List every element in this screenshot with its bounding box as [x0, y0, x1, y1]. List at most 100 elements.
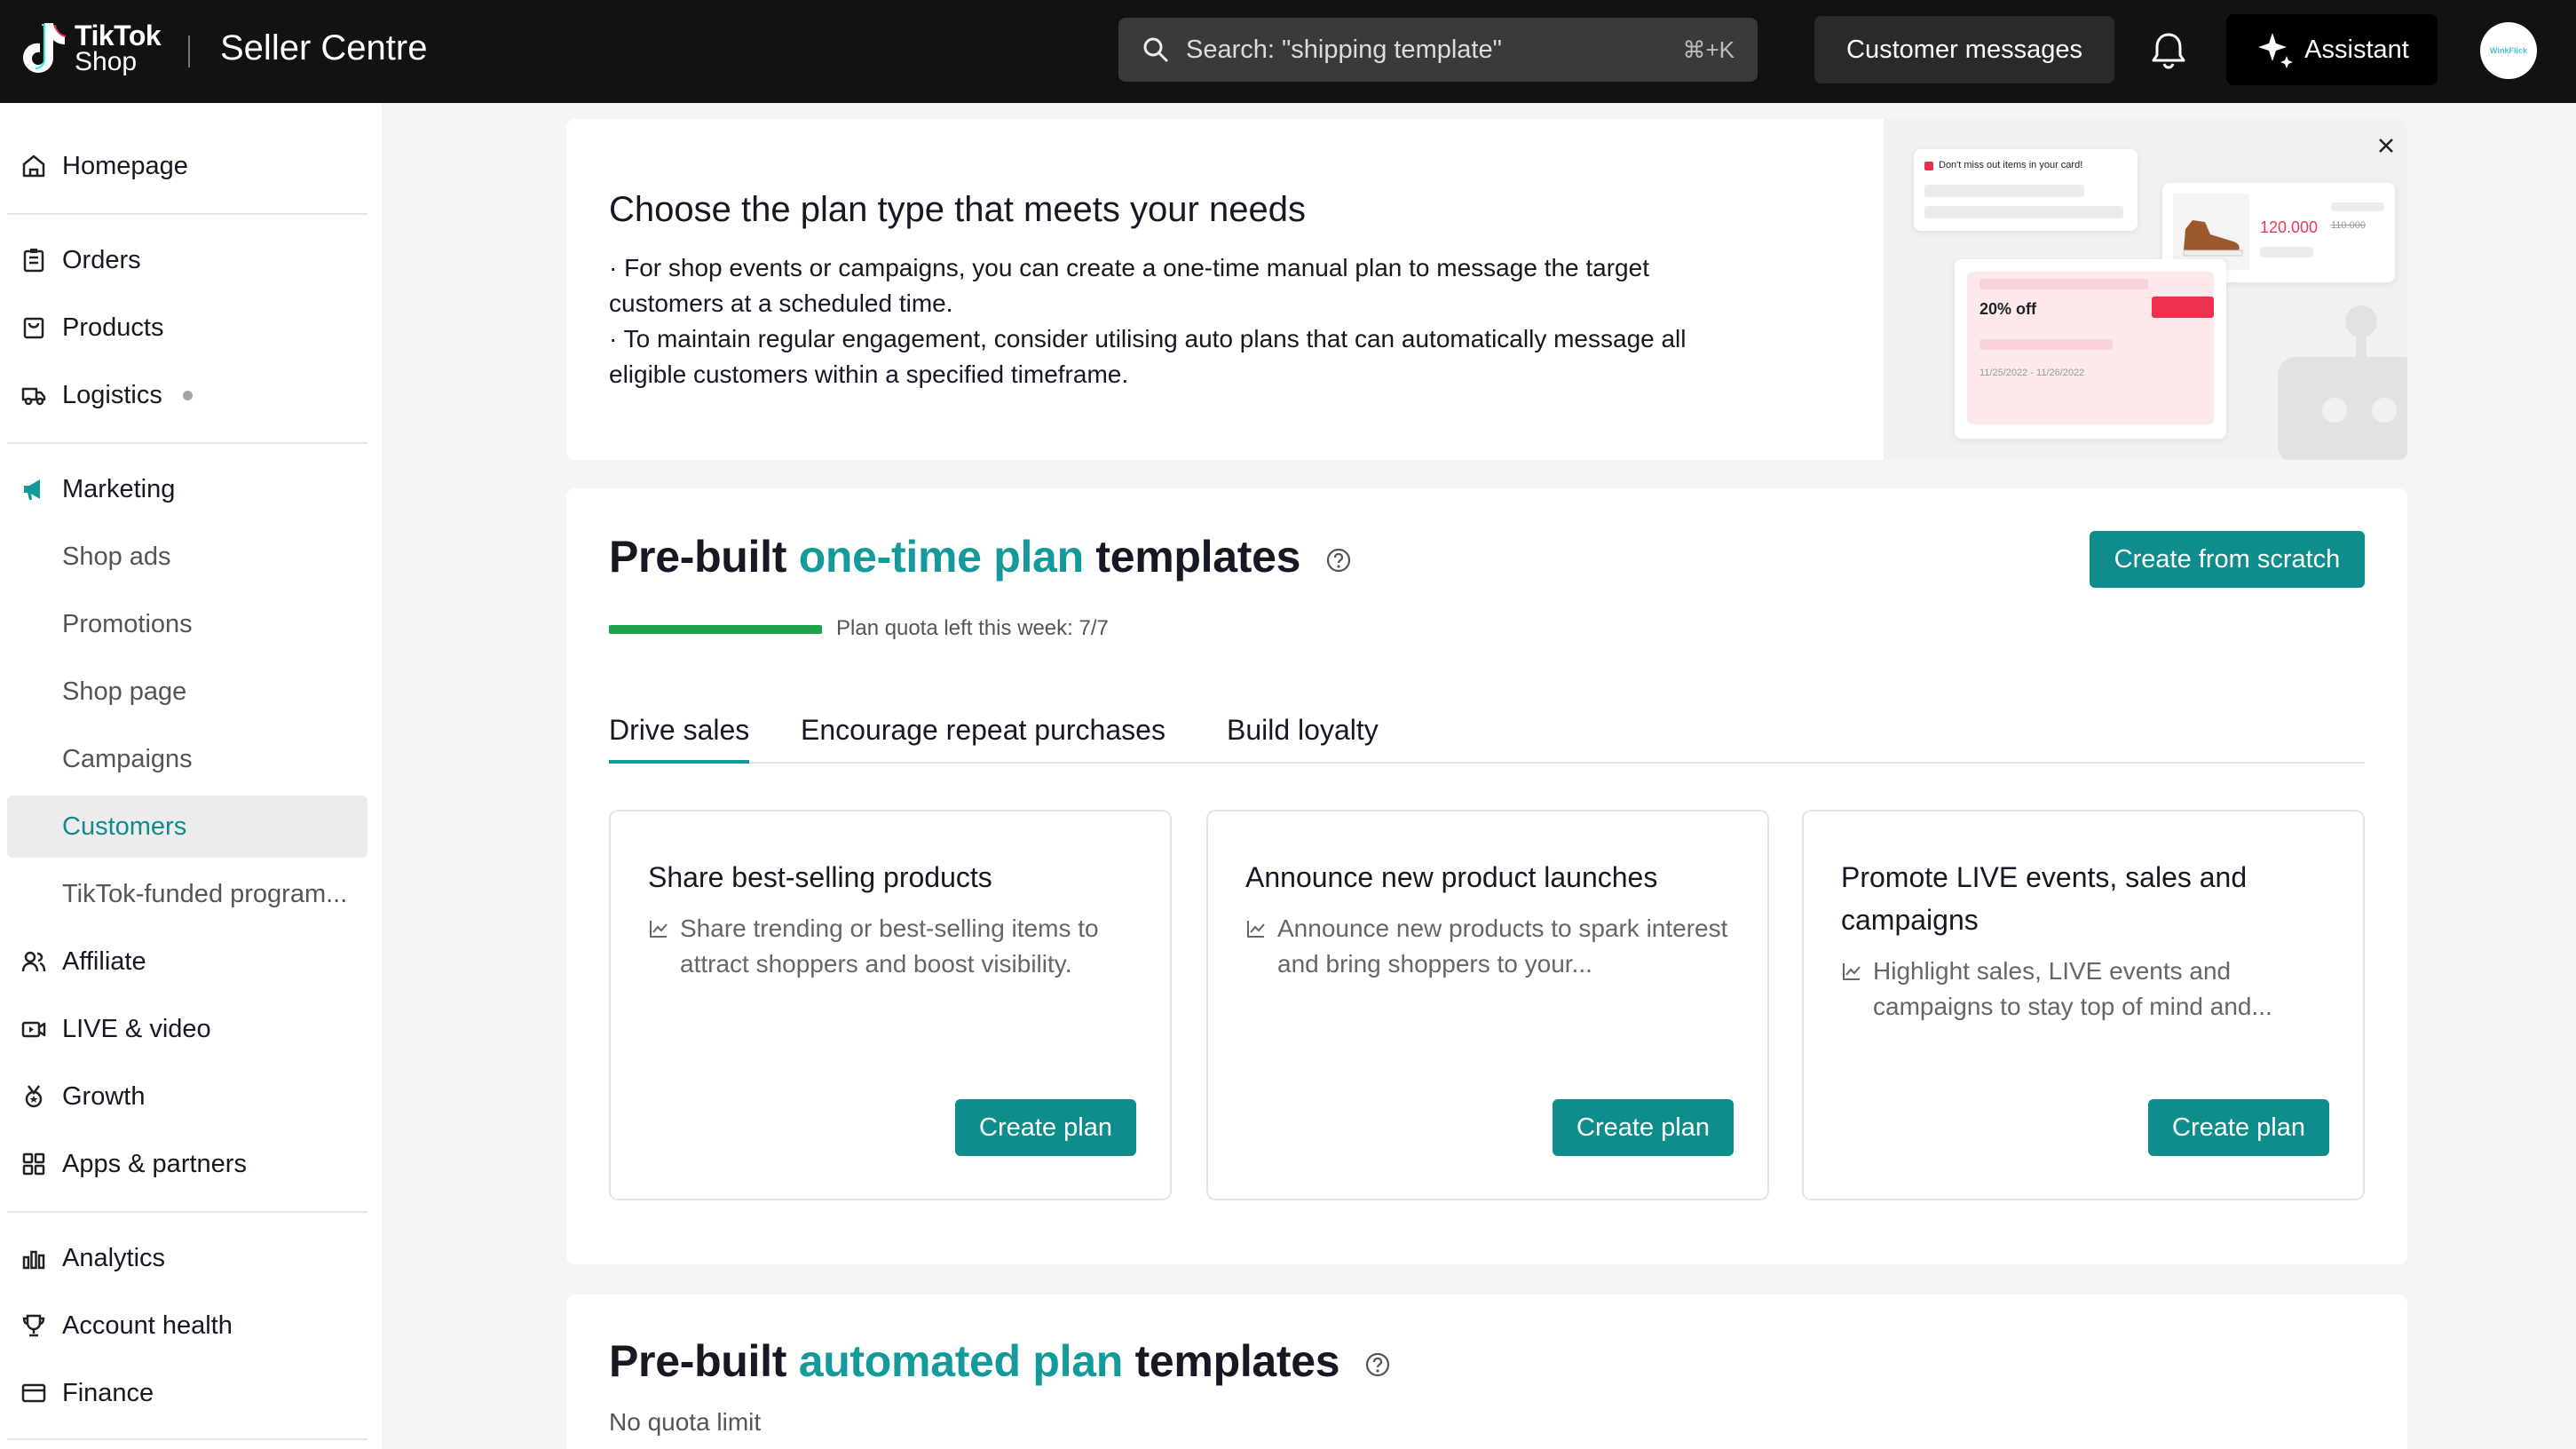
create-plan-button[interactable]: Create plan — [955, 1099, 1136, 1156]
template-card-title: Share best-selling products — [648, 861, 992, 893]
sidebar-item-affiliate[interactable]: Affiliate — [7, 930, 367, 993]
quota-text: Plan quota left this week: 7/7 — [836, 616, 1109, 640]
sidebar-divider — [7, 1438, 367, 1440]
create-from-scratch-button[interactable]: Create from scratch — [2090, 531, 2365, 588]
create-plan-button[interactable]: Create plan — [2148, 1099, 2329, 1156]
sidebar-item-finance[interactable]: Finance — [7, 1362, 367, 1424]
create-plan-button[interactable]: Create plan — [1553, 1099, 1734, 1156]
sidebar-item-customers[interactable]: Customers — [7, 796, 367, 858]
quota-progress-bar — [609, 625, 822, 634]
quota-note: No quota limit — [609, 1408, 762, 1436]
sidebar-item-apps-partners[interactable]: Apps & partners — [7, 1133, 367, 1195]
assistant-button[interactable]: Assistant — [2226, 14, 2438, 85]
skeleton-line — [2331, 202, 2384, 211]
sidebar-item-tiktok-funded-programs[interactable]: TikTok-funded program... — [7, 863, 367, 925]
template-card[interactable]: Promote LIVE events, sales and campaigns… — [1802, 810, 2365, 1200]
search-placeholder: Search: "shipping template" — [1186, 35, 1502, 64]
voucher-discount: 20% off — [1979, 300, 2037, 318]
banner-illustration: Don't miss out items in your card! 120.0… — [1884, 119, 2407, 460]
bar-chart-icon — [20, 1244, 48, 1272]
sidebar-item-analytics[interactable]: Analytics — [7, 1227, 367, 1289]
template-card-desc: Announce new products to spark interest … — [1245, 911, 1742, 982]
sidebar-item-label: LIVE & video — [62, 1014, 211, 1043]
sidebar-item-label: Customers — [62, 812, 187, 841]
voucher-body: 20% off 11/25/2022 - 11/26/2022 — [1967, 272, 2214, 424]
banner-title: Choose the plan type that meets your nee… — [609, 190, 1306, 229]
title-suffix: templates — [1134, 1336, 1340, 1386]
sidebar-item-label: Logistics — [62, 380, 162, 409]
sidebar: Homepage Orders Products Logistics Marke… — [0, 103, 382, 1449]
trend-chart-icon — [1247, 921, 1265, 938]
sidebar-item-products[interactable]: Products — [7, 297, 367, 359]
sidebar-item-label: Account health — [62, 1310, 233, 1340]
sidebar-divider — [7, 1211, 367, 1213]
sidebar-item-shop-ads[interactable]: Shop ads — [7, 526, 367, 588]
voucher-dates: 11/25/2022 - 11/26/2022 — [1979, 368, 2085, 378]
plan-type-banner: Choose the plan type that meets your nee… — [566, 119, 2407, 460]
sidebar-item-label: Affiliate — [62, 946, 146, 976]
sidebar-item-marketing[interactable]: Marketing — [7, 458, 367, 520]
search-input[interactable]: Search: "shipping template" ⌘+K — [1118, 18, 1758, 82]
sidebar-item-label: Homepage — [62, 151, 188, 180]
section-title: Pre-built automated plan templates — [609, 1335, 1391, 1387]
skeleton-line — [1924, 185, 2084, 197]
cart-icon — [1924, 162, 1933, 170]
template-card[interactable]: Announce new product launches Announce n… — [1206, 810, 1769, 1200]
top-bar: TikTok Shop Seller Centre Search: "shipp… — [0, 0, 2576, 103]
template-card-desc: Highlight sales, LIVE events and campaig… — [1841, 954, 2338, 1025]
cart-reminder-text: Don't miss out items in your card! — [1939, 160, 2083, 170]
sidebar-item-logistics[interactable]: Logistics — [7, 364, 367, 426]
tab-encourage-repeat-purchases[interactable]: Encourage repeat purchases — [801, 714, 1166, 764]
video-icon — [20, 1015, 48, 1043]
sparkle-icon — [2258, 33, 2294, 68]
sidebar-item-promotions[interactable]: Promotions — [7, 593, 367, 655]
search-shortcut: ⌘+K — [1682, 36, 1734, 63]
tab-drive-sales[interactable]: Drive sales — [609, 714, 750, 764]
medal-icon — [20, 1082, 48, 1111]
tiktok-shop-logo[interactable]: TikTok Shop — [18, 20, 162, 78]
sidebar-divider — [7, 213, 367, 215]
voucher-card: 20% off 11/25/2022 - 11/26/2022 — [1955, 259, 2226, 439]
tiktok-logo-icon — [23, 23, 67, 73]
bag-icon — [20, 313, 48, 342]
skeleton-line — [1979, 279, 2148, 289]
sidebar-item-account-health[interactable]: Account health — [7, 1295, 367, 1357]
sidebar-item-label: Marketing — [62, 474, 176, 503]
template-card-title: Announce new product launches — [1245, 861, 1658, 893]
home-icon — [20, 152, 48, 180]
trend-chart-icon — [650, 921, 668, 938]
sidebar-item-label: Growth — [62, 1081, 146, 1111]
sidebar-item-label: Shop ads — [62, 542, 171, 571]
sidebar-item-label: Promotions — [62, 609, 193, 638]
title-prefix: Pre-built — [609, 532, 787, 582]
help-icon[interactable] — [1325, 547, 1352, 574]
template-card-title: Promote LIVE events, sales and campaigns — [1841, 861, 2248, 936]
card-icon — [20, 1379, 48, 1407]
banner-line-2: · To maintain regular engagement, consid… — [609, 325, 1687, 388]
people-icon — [20, 947, 48, 976]
cart-reminder-card: Don't miss out items in your card! — [1914, 149, 2137, 231]
logo-line1: TikTok — [75, 20, 162, 51]
sidebar-item-label: Orders — [62, 245, 141, 274]
customer-messages-button[interactable]: Customer messages — [1814, 16, 2114, 83]
title-accent: automated plan — [798, 1336, 1124, 1386]
template-card[interactable]: Share best-selling products Share trendi… — [609, 810, 1172, 1200]
template-card-desc-text: Share trending or best-selling items to … — [680, 915, 1099, 978]
search-icon — [1143, 37, 1168, 62]
sidebar-item-homepage[interactable]: Homepage — [7, 135, 367, 197]
sidebar-item-campaigns[interactable]: Campaigns — [7, 728, 367, 790]
sidebar-item-orders[interactable]: Orders — [7, 229, 367, 291]
sidebar-item-shop-page[interactable]: Shop page — [7, 661, 367, 723]
close-icon[interactable] — [2374, 133, 2398, 158]
title-suffix: templates — [1095, 532, 1301, 582]
help-icon[interactable] — [1364, 1351, 1391, 1378]
sidebar-item-live-video[interactable]: LIVE & video — [7, 998, 367, 1060]
status-dot — [183, 391, 193, 400]
avatar[interactable]: WinkFlick — [2480, 22, 2537, 79]
bell-icon[interactable] — [2148, 30, 2189, 71]
tab-build-loyalty[interactable]: Build loyalty — [1227, 714, 1379, 764]
sidebar-divider — [7, 442, 367, 444]
sidebar-item-label: Finance — [62, 1378, 154, 1407]
sidebar-item-growth[interactable]: Growth — [7, 1065, 367, 1128]
banner-line-1: · For shop events or campaigns, you can … — [609, 254, 1649, 317]
